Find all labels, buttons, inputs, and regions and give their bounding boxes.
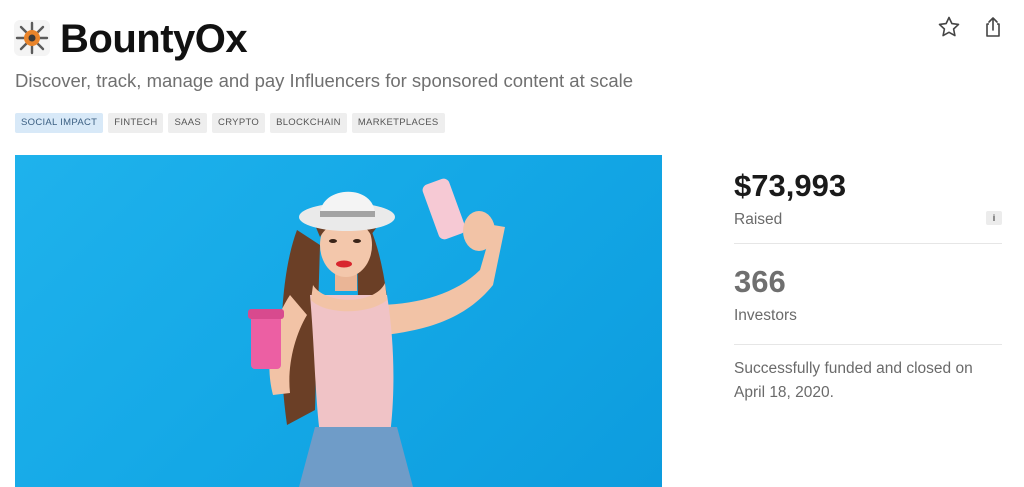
- hero-image: [15, 155, 662, 487]
- company-logo-icon: [14, 20, 50, 56]
- header-actions: [936, 14, 1006, 40]
- share-icon[interactable]: [980, 14, 1006, 40]
- tag-list: SOCIAL IMPACT FINTECH SAAS CRYPTO BLOCKC…: [15, 113, 445, 133]
- investors-label: Investors: [734, 307, 797, 324]
- tag-marketplaces[interactable]: MARKETPLACES: [351, 113, 445, 133]
- raised-amount: $73,993: [734, 168, 847, 203]
- investors-block: 366 Investors: [734, 244, 1002, 345]
- tag-crypto[interactable]: CRYPTO: [212, 113, 266, 133]
- tag-fintech[interactable]: FINTECH: [108, 113, 164, 133]
- raised-label: Raised: [734, 211, 783, 228]
- info-icon[interactable]: i: [986, 211, 1002, 225]
- hero-illustration: [248, 178, 505, 487]
- funding-stats: $73,993 Raised i 366 Investors Successfu…: [734, 166, 1002, 405]
- company-tagline: Discover, track, manage and pay Influenc…: [15, 70, 634, 91]
- raised-block: $73,993 Raised i: [734, 166, 1002, 244]
- funding-status: Successfully funded and closed on April …: [734, 360, 973, 401]
- company-name: BountyOx: [60, 17, 248, 61]
- investors-count: 366: [734, 264, 786, 299]
- tag-blockchain[interactable]: BLOCKCHAIN: [270, 113, 347, 133]
- tag-saas[interactable]: SAAS: [168, 113, 208, 133]
- tag-social-impact[interactable]: SOCIAL IMPACT: [15, 113, 104, 133]
- star-icon[interactable]: [936, 14, 962, 40]
